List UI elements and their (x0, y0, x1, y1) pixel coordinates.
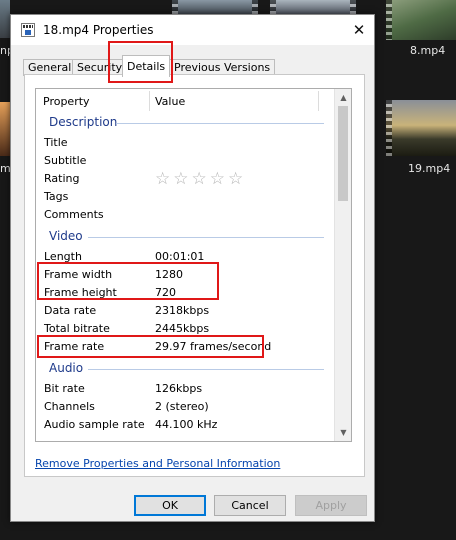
property-name: Total bitrate (44, 322, 110, 335)
video-file-icon (21, 23, 35, 37)
tab-bar: General Security Details Previous Versio… (11, 45, 374, 77)
section-divider (116, 123, 324, 124)
property-name: Bit rate (44, 382, 85, 395)
property-value: 2 (stereo) (155, 400, 209, 413)
property-row[interactable]: Data rate 2318kbps (36, 302, 336, 320)
tab-details[interactable]: Details (122, 55, 171, 77)
column-header-value[interactable]: Value (155, 95, 185, 108)
section-video: Video (49, 229, 83, 243)
section-divider (88, 369, 324, 370)
property-name: Subtitle (44, 154, 87, 167)
highlight-frame-size (37, 262, 219, 300)
property-value: 126kbps (155, 382, 203, 395)
thumbnail-top-left[interactable] (0, 0, 10, 38)
scroll-up-arrow-icon[interactable]: ▲ (335, 89, 351, 106)
property-row[interactable]: Channels 2 (stereo) (36, 398, 336, 416)
thumbnail-label-8: 8.mp4 (410, 44, 446, 57)
list-header: Property Value (36, 89, 351, 113)
dialog-title: 18.mp4 Properties (43, 23, 154, 37)
property-name: Rating (44, 172, 80, 185)
close-button[interactable]: ✕ (344, 15, 374, 45)
thumbnail-top-center[interactable] (172, 0, 258, 14)
property-value: 44.100 kHz (155, 418, 218, 431)
title-bar[interactable]: 18.mp4 Properties ✕ (11, 15, 374, 45)
thumbnail-8-mp4[interactable] (386, 0, 456, 40)
property-row[interactable]: Audio sample rate 44.100 kHz (36, 416, 336, 434)
scroll-down-arrow-icon[interactable]: ▼ (335, 424, 351, 441)
property-name: Comments (44, 208, 104, 221)
column-separator[interactable] (318, 91, 319, 111)
property-name: Title (44, 136, 68, 149)
remove-properties-link[interactable]: Remove Properties and Personal Informati… (35, 457, 280, 470)
ok-button[interactable]: OK (134, 495, 206, 516)
property-value: 2318kbps (155, 304, 210, 317)
thumbnail-19-mp4[interactable] (386, 100, 456, 156)
property-row[interactable]: Rating ☆☆☆☆☆ (36, 169, 336, 189)
property-name: Channels (44, 400, 95, 413)
property-row[interactable]: Title (36, 134, 336, 152)
section-description: Description (49, 115, 118, 129)
highlight-frame-rate (37, 335, 264, 358)
apply-button: Apply (295, 495, 367, 516)
property-row[interactable]: Tags (36, 188, 336, 206)
thumbnail-left-mid[interactable] (0, 102, 10, 156)
thumbnail-label-19: 19.mp4 (408, 162, 451, 175)
property-name: Data rate (44, 304, 97, 317)
thumbnail-top-center-right[interactable] (270, 0, 356, 14)
scrollbar-thumb[interactable] (338, 106, 348, 201)
property-row[interactable]: Bit rate 126kbps (36, 380, 336, 398)
property-row[interactable]: Subtitle (36, 152, 336, 170)
property-name: Audio sample rate (44, 418, 145, 431)
cancel-button[interactable]: Cancel (214, 495, 286, 516)
vertical-scrollbar[interactable]: ▲ ▼ (334, 89, 351, 441)
section-divider (88, 237, 324, 238)
rating-stars[interactable]: ☆☆☆☆☆ (155, 169, 246, 189)
property-row[interactable]: Comments (36, 206, 336, 224)
property-name: Tags (44, 190, 69, 203)
column-separator[interactable] (149, 91, 150, 111)
column-header-property[interactable]: Property (43, 95, 90, 108)
property-value: 2445kbps (155, 322, 210, 335)
section-audio: Audio (49, 361, 84, 375)
